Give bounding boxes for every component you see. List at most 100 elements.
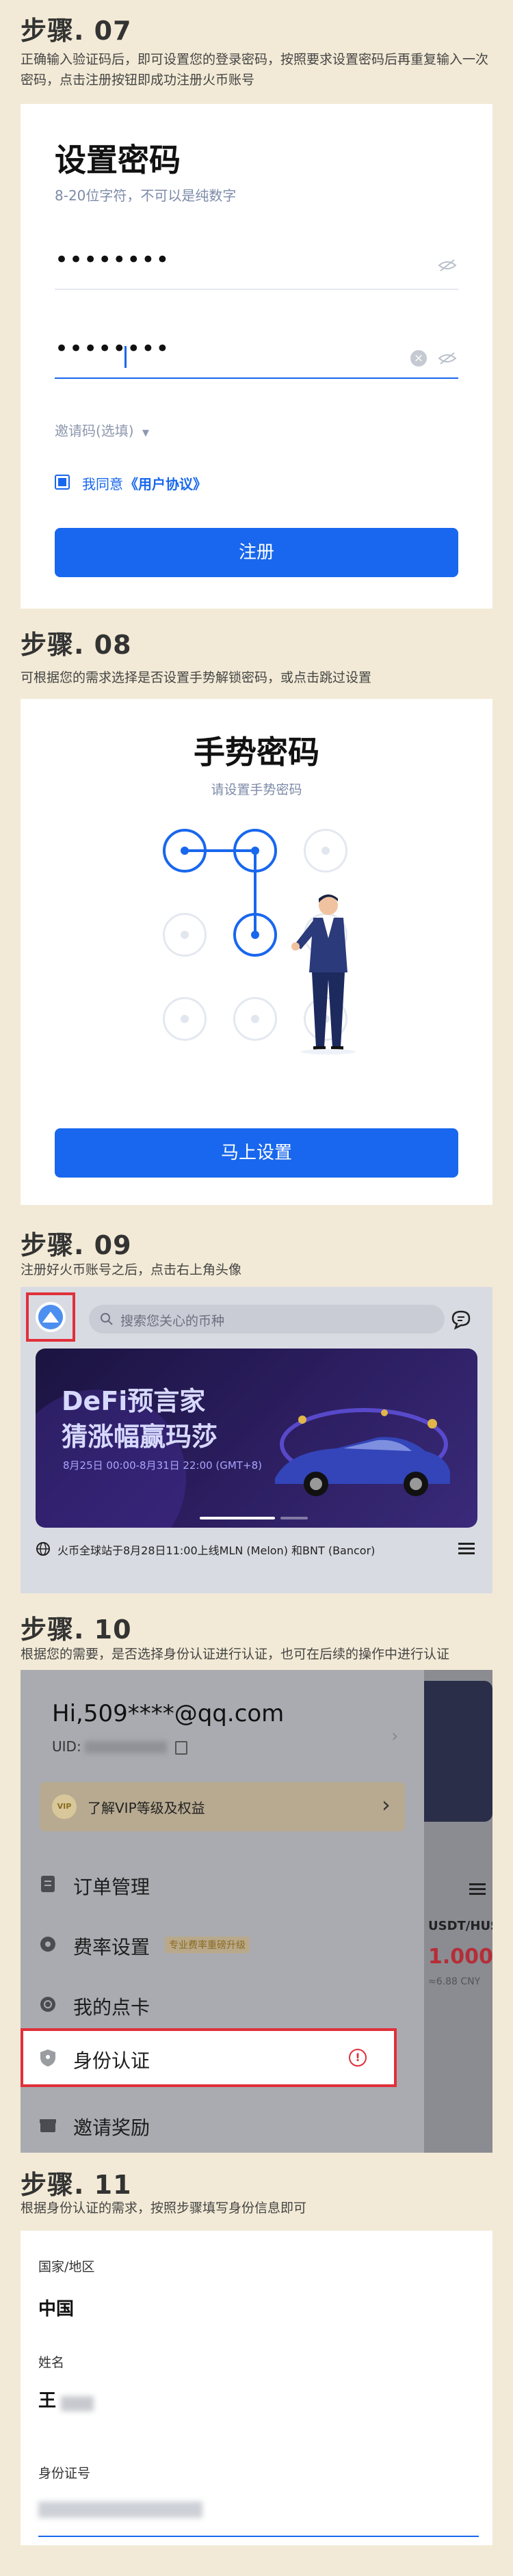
menu-item-label: 费率设置 [73,1936,150,1958]
eye-hidden-icon[interactable] [438,351,457,365]
gesture-node[interactable] [163,997,207,1041]
uid-label: UID: [52,1738,81,1755]
app-home-panel: 搜索您关心的币种 DeFi预言家 猜涨幅赢玛莎 8月25日 00:00-8月31… [21,1287,492,1593]
identity-verification-row[interactable]: 身份认证 ! [21,2028,397,2087]
register-button[interactable]: 注册 [55,528,458,577]
search-icon [101,1313,113,1325]
user-avatar-icon [38,1305,63,1329]
step-09-section: 步骤. 09 注册好火币账号之后，点击右上角头像 搜索您关心的币种 DeFi预言… [0,1217,513,1607]
confirm-password-value: •••••••• [55,335,170,362]
banner-title-line2: 猜涨幅赢玛莎 [62,1422,218,1452]
promo-banner[interactable]: DeFi预言家 猜涨幅赢玛莎 8月25日 00:00-8月31日 22:00 (… [36,1349,477,1528]
gesture-node[interactable] [233,913,277,957]
set-password-panel: 设置密码 8-20位字符，不可以是纯数字 •••••••• •••••••• ×… [21,104,492,609]
user-agreement-link[interactable]: 《用户协议》 [124,473,207,493]
setup-now-button[interactable]: 马上设置 [55,1128,458,1178]
id-number-redacted [38,2501,202,2518]
gesture-node[interactable] [233,997,277,1041]
dimmed-home-background: USDT/HUS 1.0002 ≈6.88 CNY [424,1670,492,2153]
step-09-description: 注册好火币账号之后，点击右上角头像 [21,1262,242,1277]
gesture-password-panel: 手势密码 请设置手势密码 马上设置 [21,699,492,1205]
account-drawer-panel: USDT/HUS 1.0002 ≈6.88 CNY Hi,509****@qq.… [21,1670,492,2153]
step-07-description: 正确输入验证码后，即可设置您的登录密码，按照要求设置密码后再重复输入一次密码，点… [21,52,489,88]
carousel-indicator [200,1517,275,1519]
text-cursor [124,346,127,368]
confirm-password-field[interactable]: •••••••• × [21,330,492,377]
step-07-title: 步骤. 07 [21,16,132,46]
search-bar[interactable]: 搜索您关心的币种 [89,1305,445,1333]
chevron-right-icon: › [382,1792,391,1818]
vip-text: 了解VIP等级及权益 [88,1800,205,1816]
password-field[interactable]: •••••••• [21,241,492,289]
eye-hidden-icon[interactable] [438,258,457,272]
menu-item-point-card[interactable]: 我的点卡 [38,1975,407,2034]
name-label: 姓名 [38,2355,65,2370]
gesture-node[interactable] [163,829,207,873]
password-hint: 8-20位字符，不可以是纯数字 [55,187,237,204]
menu-item-invite[interactable]: 邀请奖励 [38,2095,407,2153]
sports-car-illustration [275,1408,450,1496]
message-icon[interactable] [450,1309,472,1331]
identity-form-panel: 国家/地区 中国 姓名 王 身份证号 [21,2231,492,2545]
id-number-label: 身份证号 [38,2466,91,2481]
vip-banner[interactable]: VIP 了解VIP等级及权益 › [40,1782,405,1831]
id-number-input[interactable] [38,2501,476,2532]
page-title: 设置密码 [55,142,181,178]
menu-icon [469,1883,486,1896]
clear-icon[interactable]: × [410,350,427,367]
step-11-description: 根据身份认证的需求，按照步骤填写身份信息即可 [21,2201,307,2216]
businessman-illustration [291,894,356,1054]
invite-code-toggle[interactable]: 邀请码(选填) ▼ [55,420,149,440]
step-08-title: 步骤. 08 [21,630,132,660]
market-price-cny: ≈6.88 CNY [428,1976,481,1987]
search-placeholder: 搜索您关心的币种 [120,1314,225,1329]
alert-icon: ! [349,2049,367,2067]
step-10-title: 步骤. 10 [21,1615,132,1645]
banner-title-line1: DeFi预言家 [62,1386,206,1416]
card-icon [40,1997,55,2012]
agreement-checkbox[interactable] [55,475,70,490]
invite-code-label: 邀请码(选填) [55,423,134,439]
menu-item-label: 我的点卡 [73,1996,150,2019]
account-drawer: Hi,509****@qq.com UID: › VIP 了解VIP等级及权益 … [21,1670,424,2153]
step-08-section: 步骤. 08 可根据您的需求选择是否设置手势解锁密码，或点击跳过设置 手势密码 … [0,615,513,1217]
step-10-description: 根据您的需要，是否选择身份认证进行认证，也可在后续的操作中进行认证 [21,1647,450,1662]
field-divider-focused [55,377,458,379]
announcement-text[interactable]: 火币全球站于8月28日11:00上线MLN (Melon) 和BNT (Banc… [57,1541,375,1558]
copy-icon[interactable] [175,1741,187,1755]
gesture-node[interactable] [163,913,207,957]
step-07-section: 步骤. 07 正确输入验证码后，即可设置您的登录密码，按照要求设置密码后再重复输… [0,0,513,615]
avatar[interactable] [36,1302,66,1332]
menu-item-fees[interactable]: 费率设置 专业费率重磅升级 [38,1915,407,1974]
account-name[interactable]: Hi,509****@qq.com [52,1700,284,1727]
gift-icon [40,2119,56,2132]
step-10-section: 步骤. 10 根据您的需要，是否选择身份认证进行认证，也可在后续的操作中进行认证… [0,1607,513,2161]
vip-badge-icon: VIP [52,1794,77,1819]
menu-icon[interactable] [458,1543,475,1555]
gear-icon [40,1937,55,1952]
gesture-path [185,849,256,935]
menu-item-orders[interactable]: 订单管理 [38,1855,407,1913]
step-09-title: 步骤. 09 [21,1230,132,1260]
menu-item-label: 订单管理 [73,1876,150,1898]
market-price: 1.0002 [428,1945,492,1969]
gesture-node[interactable] [233,829,277,873]
country-select[interactable]: 中国 [38,2295,74,2320]
chevron-down-icon: ▼ [142,428,149,438]
chevron-right-icon[interactable]: › [391,1726,398,1747]
shield-icon [40,2049,55,2067]
menu-item-label: 身份认证 [73,2049,150,2072]
agree-text: 我同意 [82,476,123,492]
gesture-grid[interactable] [21,699,492,1109]
password-value: •••••••• [55,246,170,274]
step-11-section: 步骤. 11 根据身份认证的需求，按照步骤填写身份信息即可 国家/地区 中国 姓… [0,2161,513,2576]
market-pair: USDT/HUS [428,1919,492,1933]
checkbox-mark [58,478,66,486]
carousel-indicator-inactive [280,1517,308,1519]
name-input[interactable]: 王 [38,2387,476,2421]
field-divider [55,289,458,290]
gesture-node[interactable] [304,829,347,873]
id-field-divider [38,2536,479,2537]
step-11-title: 步骤. 11 [21,2170,132,2200]
name-value-redacted [61,2395,94,2411]
